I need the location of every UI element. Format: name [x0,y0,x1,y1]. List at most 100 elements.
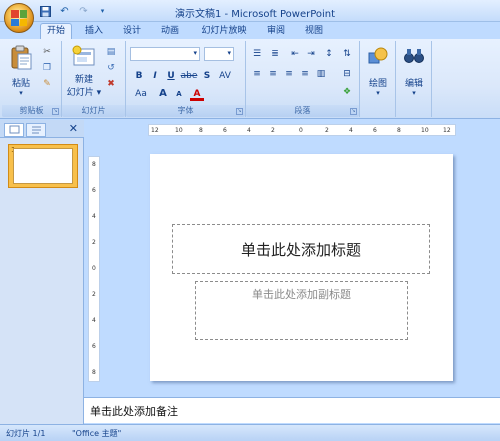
save-icon[interactable] [38,4,53,18]
change-case-button[interactable]: Aa [132,87,150,101]
close-pane-icon[interactable]: ✕ [69,122,78,135]
tab-review[interactable]: 审阅 [262,24,290,39]
numbering-button[interactable]: ≣ [268,47,282,61]
align-right-button[interactable]: ≡ [282,67,296,81]
ribbon-tabs: 开始 插入 设计 动画 幻灯片放映 审阅 视图 [0,22,500,40]
title-placeholder[interactable]: 单击此处添加标题 [172,224,430,274]
clipboard-launcher-icon[interactable]: ↘ [52,108,59,115]
subtitle-placeholder[interactable]: 单击此处添加副标题 [195,281,408,340]
tab-slideshow[interactable]: 幻灯片放映 [196,24,252,39]
cut-button[interactable]: ✂ [40,45,54,59]
notes-pane[interactable]: 单击此处添加备注 [84,397,500,423]
copy-icon: ❐ [42,63,52,73]
title-bar: ↶ ↷ ▾ 演示文稿1 - Microsoft PowerPoint [0,0,500,22]
undo-icon[interactable]: ↶ [57,4,72,18]
char-spacing-button[interactable]: AV [216,69,234,83]
underline-button[interactable]: U [164,69,178,83]
ruler-label: 8 [397,127,401,134]
font-size-dropdown-icon[interactable]: ▾ [227,49,231,57]
increase-indent-button[interactable]: ⇥ [304,47,318,61]
new-slide-label-2: 幻灯片 ▾ [66,88,102,98]
bold-button[interactable]: B [132,69,146,83]
strikethrough-button[interactable]: abe [180,69,198,83]
justify-button[interactable]: ≡ [298,67,312,81]
ruler-label: 6 [92,343,96,350]
slides-tab-icon [9,125,20,134]
shrink-font-button[interactable]: A [172,87,186,101]
quick-access-toolbar: ↶ ↷ ▾ [38,4,110,18]
theme-name[interactable]: "Office 主题" [72,428,121,439]
grow-font-button[interactable]: A [156,87,170,101]
editing-label: 编辑 [404,79,423,89]
redo-icon[interactable]: ↷ [76,4,91,18]
ruler-label: 6 [223,127,227,134]
customize-qat-icon[interactable]: ▾ [95,4,110,18]
reset-icon: ↺ [107,63,115,73]
font-launcher-icon[interactable]: ↘ [236,108,243,115]
paste-dropdown-icon[interactable]: ▾ [6,89,36,97]
slide-thumbnail-1[interactable]: 1 [8,144,78,188]
smartart-button[interactable]: ❖ [340,85,354,99]
editing-group: 编辑 ▾ [396,41,432,117]
horizontal-ruler[interactable]: 12 10 8 6 4 2 0 2 4 6 8 10 12 [148,124,456,136]
columns-button[interactable]: ▥ [314,67,328,81]
notes-placeholder-text: 单击此处添加备注 [90,405,178,418]
format-painter-button[interactable]: ✎ [40,77,54,91]
align-text-icon: ⊟ [343,69,351,79]
tab-insert[interactable]: 插入 [80,24,108,39]
ruler-label: 4 [247,127,251,134]
slide-thumbnail-preview [13,148,73,184]
paste-icon [11,45,32,70]
reset-button[interactable]: ↺ [104,61,118,75]
tab-animations[interactable]: 动画 [156,24,184,39]
editing-button[interactable]: 编辑 ▾ [400,47,428,97]
tab-view[interactable]: 视图 [300,24,328,39]
office-button[interactable] [4,3,34,33]
new-slide-button[interactable]: 新建 幻灯片 ▾ [66,45,102,98]
font-name-combobox[interactable]: ▾ [130,47,200,61]
align-center-button[interactable]: ≡ [266,67,280,81]
paragraph-group-label: 段落 [246,105,359,117]
shadow-button[interactable]: S [200,69,214,83]
ruler-label: 2 [271,127,275,134]
office-logo-icon [11,10,27,26]
align-text-button[interactable]: ⊟ [340,67,354,81]
clipboard-group: 粘贴 ▾ ✂ ❐ ✎ 剪贴板 ↘ [2,41,62,117]
delete-slide-button[interactable]: ✖ [104,77,118,91]
ruler-label: 8 [92,369,96,376]
tab-home[interactable]: 开始 [40,23,72,40]
vertical-ruler[interactable]: 8 6 4 2 0 2 4 6 8 [88,156,100,382]
font-color-button[interactable]: A [190,87,204,101]
italic-button[interactable]: I [148,69,162,83]
subtitle-placeholder-text: 单击此处添加副标题 [252,288,351,301]
tab-outline[interactable] [26,123,46,137]
tab-design[interactable]: 设计 [118,24,146,39]
outline-tab-icon [32,126,41,134]
layout-button[interactable]: ▤ [104,45,118,59]
tab-slides-thumbnails[interactable] [4,123,24,137]
drawing-button[interactable]: 绘图 ▾ [364,47,392,97]
slides-pane-tabs: ✕ [0,120,84,138]
ruler-label: 4 [92,317,96,324]
smartart-icon: ❖ [342,87,352,97]
line-spacing-button[interactable]: ↕ [322,47,336,61]
ruler-label: 6 [373,127,377,134]
font-name-dropdown-icon[interactable]: ▾ [193,49,197,57]
editing-dropdown-icon[interactable]: ▾ [400,89,428,97]
paste-button[interactable]: 粘贴 ▾ [6,45,36,97]
drawing-dropdown-icon[interactable]: ▾ [364,89,392,97]
ruler-label: 8 [92,161,96,168]
drawing-label: 绘图 [368,79,387,89]
font-size-combobox[interactable]: ▾ [204,47,234,61]
layout-icon: ▤ [106,47,116,57]
text-direction-icon: ⇅ [343,49,351,59]
ruler-label: 12 [443,127,451,134]
title-placeholder-text: 单击此处添加标题 [240,241,361,259]
slides-group: 新建 幻灯片 ▾ ▤ ↺ ✖ 幻灯片 [62,41,126,117]
copy-button[interactable]: ❐ [40,61,54,75]
decrease-indent-button[interactable]: ⇤ [288,47,302,61]
align-left-button[interactable]: ≡ [250,67,264,81]
bullets-button[interactable]: ☰ [250,47,264,61]
text-direction-button[interactable]: ⇅ [340,47,354,61]
paragraph-launcher-icon[interactable]: ↘ [350,108,357,115]
